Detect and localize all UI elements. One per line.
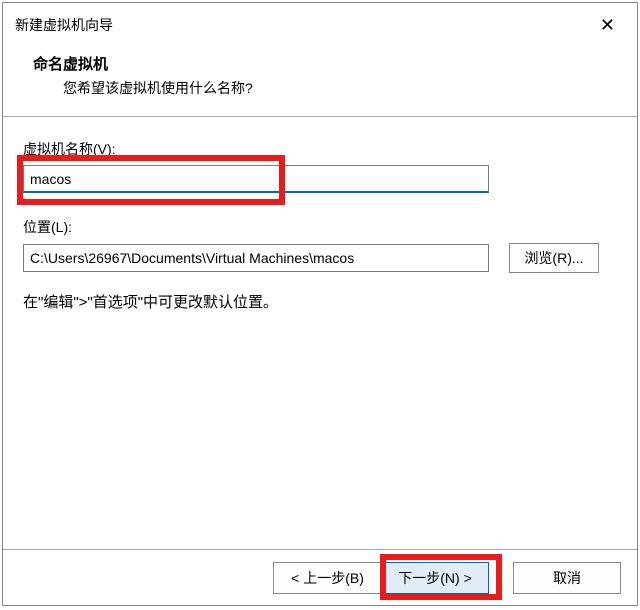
new-vm-wizard-dialog: 新建虚拟机向导 ✕ 命名虚拟机 您希望该虚拟机使用什么名称? 虚拟机名称(V):… (2, 2, 638, 606)
dialog-title: 新建虚拟机向导 (15, 15, 113, 35)
next-button[interactable]: 下一步(N) > (381, 562, 489, 594)
wizard-step-title: 命名虚拟机 (33, 53, 625, 74)
back-button[interactable]: < 上一步(B) (273, 562, 381, 594)
vm-location-label: 位置(L): (23, 217, 617, 237)
vm-name-label: 虚拟机名称(V): (23, 139, 617, 159)
browse-button[interactable]: 浏览(R)... (509, 243, 599, 273)
location-hint: 在"编辑">"首选项"中可更改默认位置。 (23, 291, 617, 312)
wizard-step-desc: 您希望该虚拟机使用什么名称? (63, 78, 625, 98)
titlebar: 新建虚拟机向导 ✕ (3, 3, 637, 47)
close-icon[interactable]: ✕ (590, 11, 625, 40)
wizard-content: 虚拟机名称(V): 位置(L): 浏览(R)... 在"编辑">"首选项"中可更… (3, 117, 637, 549)
wizard-footer: < 上一步(B) 下一步(N) > 取消 (3, 549, 637, 605)
wizard-header: 命名虚拟机 您希望该虚拟机使用什么名称? (3, 47, 637, 117)
cancel-button[interactable]: 取消 (513, 562, 621, 594)
vm-location-input[interactable] (23, 244, 489, 272)
vm-name-input[interactable] (23, 165, 489, 193)
